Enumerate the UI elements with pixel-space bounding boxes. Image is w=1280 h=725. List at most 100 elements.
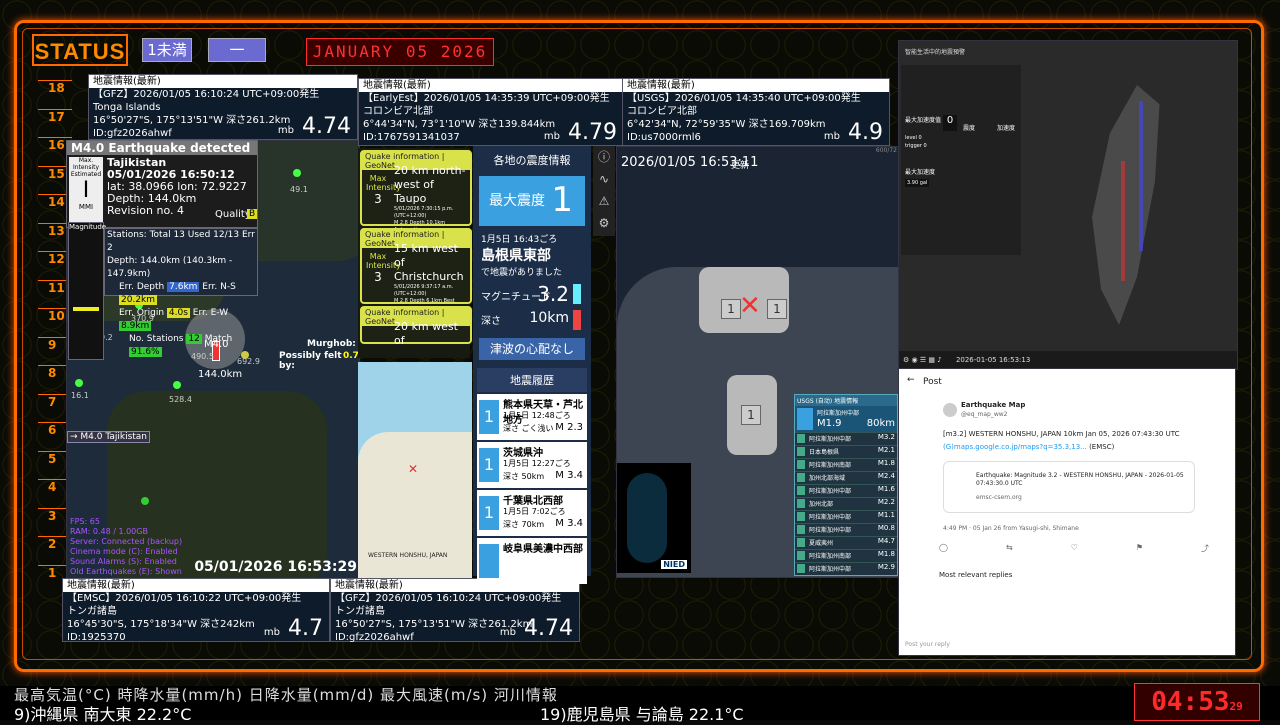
mb-value: 4.74 bbox=[302, 114, 351, 139]
scale-label: 18 bbox=[38, 80, 72, 95]
geonet-card[interactable]: Quake information | GeoNet 20 km west of bbox=[360, 306, 472, 347]
mmi-label: MMI bbox=[78, 203, 94, 211]
shindo-panel: 各地の震度情報 最大震度 1 1月5日 16:43ごろ 島根県東部 で地震があり… bbox=[473, 146, 591, 584]
geonet-card[interactable]: Quake information | GeoNet Max Intensity… bbox=[360, 228, 472, 304]
usgs-row[interactable]: 阿拉斯加州中部 M1.6 bbox=[795, 484, 897, 497]
bookmark-icon[interactable]: ⚑ bbox=[1136, 543, 1143, 554]
debug-overlay: FPS: 65 RAM: 0.48 / 1.00GB Server: Conne… bbox=[70, 517, 182, 577]
account-name[interactable]: Earthquake Map bbox=[961, 401, 1025, 409]
err-origin-label: Err. Origin bbox=[119, 308, 165, 318]
level-label: level bbox=[905, 135, 917, 141]
usgs-row[interactable]: 阿拉斯加州南部 M1.8 bbox=[795, 549, 897, 562]
repost-icon[interactable]: ⇆ bbox=[1006, 543, 1013, 554]
usgs-row[interactable]: 阿拉斯加州中部 M3.2 bbox=[795, 432, 897, 445]
geonet-mi-label: Max Intensity bbox=[366, 252, 401, 270]
usgs-row[interactable]: 夏威夷州 M4.7 bbox=[795, 536, 897, 549]
usgs-row[interactable]: 阿拉斯加州中部 M1.1 bbox=[795, 510, 897, 523]
japan-small-map[interactable]: ✕ WESTERN HONSHU, JAPAN bbox=[358, 362, 472, 578]
toolbar-map-icon[interactable]: ◉ bbox=[912, 356, 918, 364]
epicenter-depth: 144.0km bbox=[198, 369, 243, 380]
epicenter-x-icon: ✕ bbox=[408, 462, 419, 476]
reply-icon[interactable]: ◯ bbox=[939, 543, 948, 554]
taiwan-eew-panel[interactable]: 智能生活中的地震預警 最大加速度值 0 level 0 trigger 0 震度… bbox=[898, 40, 1238, 370]
toolbar-grid-icon[interactable]: ▦ bbox=[928, 356, 935, 364]
max-accel-label: 最大加速度值 bbox=[905, 117, 942, 124]
usgs-rows: 阿拉斯加州中部 M3.2 日本島根県 M2.1 阿拉斯加州南部 M1.8 加州北部海域 M2.… bbox=[795, 432, 897, 575]
usgs-row-place: 加州北部海域 bbox=[809, 475, 846, 482]
avatar[interactable] bbox=[943, 403, 957, 417]
station-value: 528.4 bbox=[169, 395, 192, 404]
history-time: 1月5日 7:02ごろ bbox=[503, 507, 566, 516]
link-card-domain: emsc-csem.org bbox=[976, 494, 1022, 501]
depth-label: 深さ bbox=[481, 316, 501, 327]
usgs-row-place: 加州北部 bbox=[809, 501, 834, 508]
quake-info-usgs: 地震情報(最新) 【USGS】2026/01/05 14:35:40 UTC+0… bbox=[622, 78, 890, 146]
usgs-row-mag: M2.2 bbox=[877, 498, 895, 506]
history-item[interactable]: 岐阜県美濃中西部 bbox=[477, 538, 587, 584]
gear-icon[interactable]: ⚙ bbox=[593, 212, 615, 234]
match-value: 91.6% bbox=[129, 347, 162, 357]
intensity-label: Max. Intensity Estimated bbox=[70, 157, 102, 178]
usgs-row[interactable]: 加州北部海域 M2.4 bbox=[795, 471, 897, 484]
err-ew-label: Err. E-W bbox=[192, 308, 229, 318]
detection-banner: M4.0 Earthquake detected bbox=[67, 141, 257, 155]
history-time: 1月5日 12:48ごろ bbox=[503, 411, 571, 420]
history-item[interactable]: 1 茨城県沖 1月5日 12:27ごろ 深さ 50km M 3.4 bbox=[477, 442, 587, 488]
info-icon[interactable]: ⓘ bbox=[593, 146, 615, 168]
station-value: 16.1 bbox=[71, 391, 89, 400]
usgs-list-title: USGS (自动) 地震情報 bbox=[795, 395, 897, 406]
history-item[interactable]: 1 千葉県北西部 1月5日 7:02ごろ 深さ 70km M 3.4 bbox=[477, 490, 587, 536]
intensity-pill: 1未満 bbox=[142, 38, 192, 62]
mag-value: 3.2 bbox=[537, 282, 569, 306]
usgs-main-place: 阿拉斯加州中部 bbox=[817, 410, 860, 417]
quality-badge: B bbox=[247, 209, 258, 219]
usgs-list-panel: USGS (自动) 地震情報 阿拉斯加州中部 M1.9 80km 阿拉斯加州中部… bbox=[794, 394, 898, 576]
nied-map[interactable]: NIED bbox=[617, 463, 691, 573]
waveform-icon[interactable]: ∿ bbox=[593, 168, 615, 190]
usgs-row[interactable]: 日本島根県 M2.1 bbox=[795, 445, 897, 458]
station-dot bbox=[141, 497, 149, 505]
quake-info-emsc: 地震情報(最新) 【EMSC】2026/01/05 16:10:22 UTC+0… bbox=[62, 578, 330, 643]
ram-label: RAM: 0.48 / 1.00GB bbox=[70, 527, 148, 536]
post-link[interactable]: (G)maps.google.co.jp/maps?q=35.3,13... bbox=[943, 443, 1087, 451]
share-icon[interactable]: ⤴ bbox=[1201, 543, 1209, 554]
account-handle[interactable]: @eq_map_ww2 bbox=[961, 411, 1007, 418]
usgs-main-mag: M1.9 bbox=[817, 418, 842, 429]
map-update: 更新 bbox=[731, 161, 750, 171]
link-card[interactable]: Earthquake: Magnitude 3.2 - WESTERN HONS… bbox=[943, 461, 1195, 513]
usgs-row-place: 阿拉斯加州中部 bbox=[809, 527, 852, 534]
geonet-mi: 3 bbox=[374, 192, 382, 206]
replies-sort[interactable]: Most relevant replies bbox=[939, 571, 1012, 579]
clock-seconds: 29 bbox=[1229, 700, 1243, 713]
history-list: 1 熊本県天草・芦北地方 1月5日 12:48ごろ 深さ ごく浅い M 2.3 1 茨城県沖… bbox=[473, 394, 591, 584]
usgs-row[interactable]: 阿拉斯加州南部 M1.8 bbox=[795, 458, 897, 471]
toolbar-sound-icon[interactable]: ♪ bbox=[937, 356, 941, 364]
history-title: 地震履歴 bbox=[477, 368, 587, 392]
geonet-card[interactable]: Quake information | GeoNet Max Intensity… bbox=[360, 150, 472, 233]
geonet-mi: 3 bbox=[374, 270, 382, 284]
toolbar-gear-icon[interactable]: ⚙ bbox=[903, 356, 909, 364]
tajik-tag[interactable]: → M4.0 Tajikistan bbox=[67, 431, 151, 443]
back-button[interactable]: ← bbox=[907, 375, 915, 385]
like-icon[interactable]: ♡ bbox=[1071, 543, 1078, 554]
link-card-title: Earthquake: Magnitude 3.2 - WESTERN HONS… bbox=[976, 472, 1184, 487]
warning-icon[interactable]: ⚠ bbox=[593, 190, 615, 212]
usgs-row[interactable]: 阿拉斯加州中部 M0.8 bbox=[795, 523, 897, 536]
err-depth-value: 7.6km bbox=[167, 282, 200, 292]
geonet-place: 15 km west of Christchurch bbox=[394, 242, 464, 283]
detection-card: M4.0 Earthquake detected Max. Intensity … bbox=[66, 140, 258, 228]
toolbar-list-icon[interactable]: ☰ bbox=[920, 356, 926, 364]
usgs-row[interactable]: 加州北部 M2.2 bbox=[795, 497, 897, 510]
ticker-line2b: 19)鹿児島県 与論島 22.1°C bbox=[540, 705, 744, 724]
clock-time: 04:53 bbox=[1151, 687, 1230, 717]
post-body: [m3.2] WESTERN HONSHU, JAPAN 10km Jan 05… bbox=[943, 430, 1180, 438]
history-item[interactable]: 1 熊本県天草・芦北地方 1月5日 12:48ごろ 深さ ごく浅い M 2.3 bbox=[477, 394, 587, 440]
mb-value: 4.9 bbox=[848, 120, 883, 145]
info-title: 地震情報(最新) bbox=[359, 79, 623, 92]
usgs-row[interactable]: 阿拉斯加州中部 M2.9 bbox=[795, 562, 897, 575]
history-depth-label: 深さ bbox=[503, 520, 519, 529]
accel-label: 加速度 bbox=[997, 125, 1016, 132]
usgs-row-place: 阿拉斯加州南部 bbox=[809, 553, 852, 560]
reply-input[interactable]: Post your reply bbox=[905, 641, 950, 648]
nied-logo: NIED bbox=[661, 560, 687, 569]
